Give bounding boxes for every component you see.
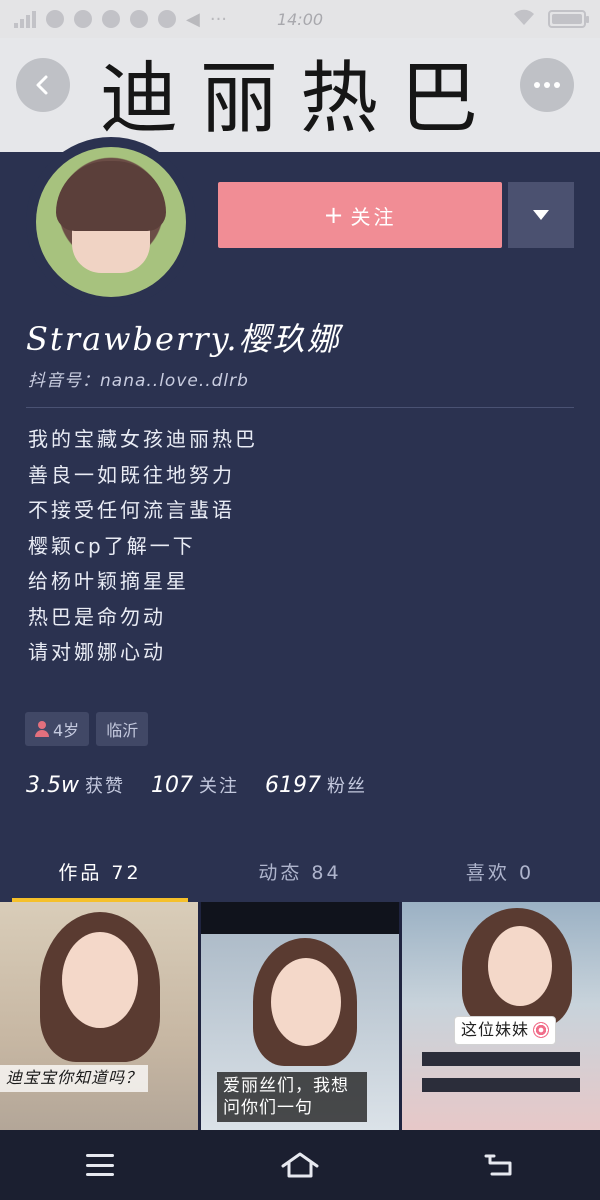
status-bar: ◀ ··· 14:00 (0, 0, 600, 38)
tab-works[interactable]: 作品 72 (0, 840, 200, 902)
lollipop-icon (533, 1022, 550, 1039)
bio-line: 请对娜娜心动 (28, 640, 166, 665)
home-button[interactable] (270, 1140, 330, 1190)
bio-line: 善良一如既往地努力 (28, 462, 235, 487)
battery-icon (548, 10, 589, 28)
menu-button[interactable] (70, 1140, 130, 1190)
profile-stats: 3.5w 获赞 107 关注 6197 粉丝 (26, 772, 367, 798)
profile-tags: 4岁 临沂 (25, 712, 149, 746)
follow-button[interactable]: + 关注 (218, 182, 502, 248)
person-icon (35, 721, 49, 737)
video-caption: 这位妹妹 (461, 1020, 530, 1039)
age-tag: 4岁 (25, 712, 90, 746)
follow-label: 关注 (350, 204, 397, 229)
status-icons-right (512, 8, 589, 31)
menu-icon (86, 1154, 114, 1176)
video-caption: 爱丽丝们，我想问你们一句 (217, 1071, 367, 1122)
following-stat[interactable]: 107 关注 (151, 772, 239, 798)
status-icons-left: ◀ ··· (14, 9, 227, 30)
volume-icon: ◀ (186, 8, 200, 30)
location-tag: 临沂 (96, 712, 149, 746)
avatar[interactable] (36, 147, 186, 297)
more-dots-icon (534, 82, 560, 88)
back-nav-button[interactable] (470, 1140, 530, 1190)
signal-icon (14, 10, 36, 28)
more-icon: ··· (209, 8, 228, 30)
video-caption: 迪宝宝你知道吗？ (0, 1065, 149, 1092)
location-tag-label: 临沂 (106, 721, 139, 740)
video-grid: 迪宝宝你知道吗？ 爱丽丝们，我想问你们一句 这位妹妹 (0, 902, 600, 1130)
following-label: 关注 (198, 776, 239, 797)
video-thumbnail[interactable]: 爱丽丝们，我想问你们一句 (201, 902, 399, 1130)
likes-stat: 3.5w 获赞 (26, 772, 125, 798)
back-icon (484, 1154, 512, 1176)
bio-line: 不接受任何流言蜚语 (28, 498, 235, 523)
page-title: 迪丽热巴 (99, 54, 500, 144)
home-icon (281, 1152, 319, 1178)
avatar-ring (26, 137, 196, 307)
tab-likes[interactable]: 喜欢 0 (400, 840, 600, 902)
recommend-dropdown-button[interactable] (508, 182, 574, 248)
app-icon-2 (158, 10, 176, 28)
tab-moments[interactable]: 动态 84 (200, 840, 400, 902)
status-time: 14:00 (276, 9, 324, 29)
followers-stat[interactable]: 6197 粉丝 (265, 772, 367, 798)
divider (26, 407, 574, 408)
nickname: Strawberry.樱玖娜 (26, 320, 341, 358)
bio-line: 我的宝藏女孩迪丽热巴 (28, 427, 258, 452)
bio: 我的宝藏女孩迪丽热巴 善良一如既往地努力 不接受任何流言蜚语 樱颖cp了解一下 … (28, 420, 258, 669)
back-button[interactable] (16, 58, 70, 112)
bio-line: 樱颖cp了解一下 (28, 533, 196, 558)
likes-count: 3.5w (26, 773, 79, 798)
app-icon (102, 10, 120, 28)
battery-fill (552, 14, 582, 24)
alert-icon (130, 10, 148, 28)
douyin-id: 抖音号：nana..love..dlrb (28, 371, 249, 391)
video-sticker: 这位妹妹 (454, 1016, 557, 1045)
likes-label: 获赞 (84, 776, 125, 797)
back-chevron-icon (36, 75, 48, 95)
video-thumbnail[interactable]: 这位妹妹 (402, 902, 600, 1130)
plus-icon: + (323, 201, 347, 229)
weibo-icon (46, 10, 64, 28)
following-count: 107 (150, 773, 193, 798)
content-tabs: 作品 72 动态 84 喜欢 0 (0, 840, 600, 902)
notification-icon (74, 10, 92, 28)
more-button[interactable] (520, 58, 574, 112)
bio-line: 给杨叶颖摘星星 (28, 569, 189, 594)
chevron-down-icon (533, 210, 549, 220)
video-thumbnail[interactable]: 迪宝宝你知道吗？ (0, 902, 198, 1130)
profile-header: 迪丽热巴 (0, 38, 600, 152)
bio-line: 热巴是命勿动 (28, 604, 166, 629)
followers-label: 粉丝 (326, 776, 367, 797)
system-nav-bar (0, 1130, 600, 1200)
followers-count: 6197 (264, 773, 321, 798)
age-tag-label: 4岁 (53, 721, 80, 740)
wifi-icon (512, 8, 536, 31)
